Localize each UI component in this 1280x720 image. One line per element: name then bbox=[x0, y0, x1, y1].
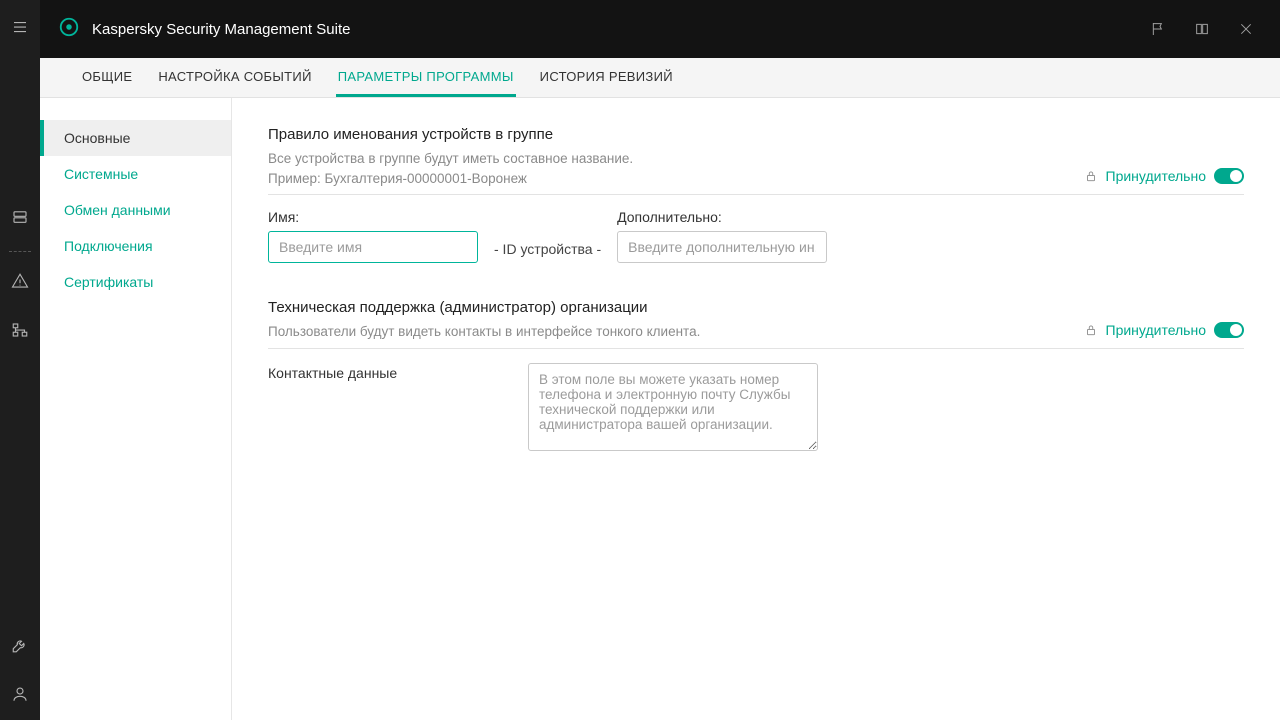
section-support-desc: Пользователи будут видеть контакты в инт… bbox=[268, 322, 1068, 342]
book-icon[interactable] bbox=[1186, 13, 1218, 45]
section-support: Техническая поддержка (администратор) ор… bbox=[268, 299, 1244, 451]
alert-icon[interactable] bbox=[11, 272, 29, 295]
contact-label: Контактные данные bbox=[268, 363, 398, 381]
contact-textarea[interactable] bbox=[528, 363, 818, 451]
flag-icon[interactable] bbox=[1142, 13, 1174, 45]
lock-icon bbox=[1084, 323, 1098, 337]
left-rail bbox=[0, 0, 40, 720]
titlebar: Kaspersky Security Management Suite bbox=[40, 0, 1280, 58]
switch-on-icon[interactable] bbox=[1214, 322, 1244, 338]
section-naming-desc1: Все устройства в группе будут иметь сост… bbox=[268, 149, 1068, 169]
id-joiner: - ID устройства - bbox=[494, 241, 601, 257]
rail-separator bbox=[9, 251, 31, 252]
extra-label: Дополнительно: bbox=[617, 209, 827, 225]
tabs: ОБЩИЕ НАСТРОЙКА СОБЫТИЙ ПАРАМЕТРЫ ПРОГРА… bbox=[40, 58, 1280, 98]
close-icon[interactable] bbox=[1230, 13, 1262, 45]
section-naming-desc2: Пример: Бухгалтерия-00000001-Воронеж bbox=[268, 169, 1068, 189]
enforce-label: Принудительно bbox=[1106, 168, 1206, 184]
sidenav-item-connections[interactable]: Подключения bbox=[40, 228, 231, 264]
enforce-label: Принудительно bbox=[1106, 322, 1206, 338]
enforce-toggle-naming[interactable]: Принудительно bbox=[1084, 168, 1244, 188]
tree-icon[interactable] bbox=[11, 321, 29, 344]
switch-on-icon[interactable] bbox=[1214, 168, 1244, 184]
section-support-title: Техническая поддержка (администратор) ор… bbox=[268, 299, 1068, 316]
wrench-icon[interactable] bbox=[11, 636, 29, 659]
sidenav-item-main[interactable]: Основные bbox=[40, 120, 231, 156]
user-icon[interactable] bbox=[11, 685, 29, 708]
sidenav-item-exchange[interactable]: Обмен данными bbox=[40, 192, 231, 228]
sidenav-item-certs[interactable]: Сертификаты bbox=[40, 264, 231, 300]
tab-general[interactable]: ОБЩИЕ bbox=[80, 58, 134, 97]
lock-icon bbox=[1084, 169, 1098, 183]
tab-program-params[interactable]: ПАРАМЕТРЫ ПРОГРАММЫ bbox=[336, 58, 516, 97]
brand-icon bbox=[58, 16, 80, 43]
section-naming-title: Правило именования устройств в группе bbox=[268, 126, 1068, 143]
tab-revisions[interactable]: ИСТОРИЯ РЕВИЗИЙ bbox=[538, 58, 675, 97]
app-title: Kaspersky Security Management Suite bbox=[92, 21, 350, 38]
enforce-toggle-support[interactable]: Принудительно bbox=[1084, 322, 1244, 342]
content: Правило именования устройств в группе Вс… bbox=[232, 98, 1280, 720]
sidenav-item-system[interactable]: Системные bbox=[40, 156, 231, 192]
server-icon[interactable] bbox=[11, 208, 29, 231]
name-label: Имя: bbox=[268, 209, 478, 225]
sidenav: Основные Системные Обмен данными Подключ… bbox=[40, 98, 232, 720]
extra-input[interactable] bbox=[617, 231, 827, 263]
name-input[interactable] bbox=[268, 231, 478, 263]
menu-icon[interactable] bbox=[11, 18, 29, 41]
tab-events[interactable]: НАСТРОЙКА СОБЫТИЙ bbox=[156, 58, 313, 97]
section-naming: Правило именования устройств в группе Вс… bbox=[268, 126, 1244, 263]
